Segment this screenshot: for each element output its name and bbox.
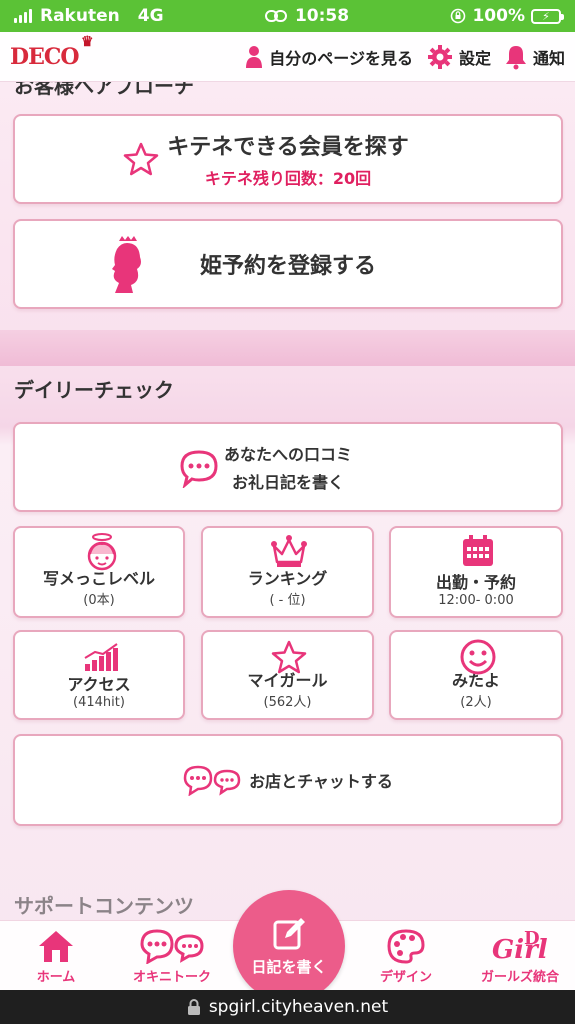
angel-girl-icon (87, 533, 117, 571)
url-text: spgirl.cityheaven.net (208, 997, 389, 1017)
review-diary-button[interactable]: あなたへの口コミ お礼日記を書く (13, 422, 563, 512)
talk-bubbles-icon (140, 928, 204, 964)
notifications-label: 通知 (532, 48, 565, 68)
tile-value: (2人) (460, 695, 492, 710)
settings-label: 設定 (458, 48, 491, 68)
home-icon (39, 930, 73, 962)
shop-chat-button[interactable]: お店とチャットする (13, 734, 563, 826)
divider-band (0, 330, 575, 366)
status-bar: Rakuten 4G 10:58 100% ⚡ (0, 0, 575, 32)
battery-icon: ⚡ (531, 8, 564, 24)
schedule-tile[interactable]: 出勤・予約 12:00- 0:00 (389, 526, 563, 618)
chat-bubble-icon (180, 450, 218, 488)
browser-url-bar[interactable]: spgirl.cityheaven.net (0, 990, 575, 1024)
person-icon (246, 45, 263, 68)
review-line2: お礼日記を書く (231, 473, 344, 492)
my-page-label: 自分のページを見る (269, 48, 413, 68)
girls-logo-icon: GirlD (492, 928, 548, 964)
network-label: 4G (137, 6, 164, 26)
clock: 10:58 (294, 6, 350, 26)
daily-section-title: デイリーチェック (14, 378, 174, 402)
notifications-link[interactable]: 通知 (505, 44, 565, 70)
approach-section-title: お客様へアプローチ (14, 82, 194, 98)
write-diary-label: 日記を書く (251, 957, 327, 976)
palette-icon (387, 928, 425, 964)
nav-design[interactable]: デザイン (356, 921, 456, 991)
write-diary-button[interactable]: 日記を書く (233, 890, 345, 1002)
edit-icon (273, 917, 305, 949)
nav-okini-talk[interactable]: オキニトーク (122, 921, 222, 991)
nav-girls-integration[interactable]: Girl D ガールズ統合 (470, 921, 570, 991)
tile-label: 出勤・予約 (435, 573, 516, 592)
hime-reservation-button[interactable]: 姫予約を登録する (13, 219, 563, 309)
my-girl-tile[interactable]: マイガール (562人) (201, 630, 374, 720)
nav-home-label: ホーム (36, 969, 76, 985)
tile-value: (562人) (263, 695, 312, 710)
ranking-tile[interactable]: ランキング ( - 位) (201, 526, 374, 618)
princess-silhouette-icon (112, 236, 141, 293)
chart-icon (84, 643, 118, 671)
review-line1: あなたへの口コミ (223, 445, 352, 464)
tile-value: ( - 位) (269, 593, 306, 608)
rotation-lock-icon (451, 8, 466, 24)
nav-girls-label: ガールズ統合 (480, 969, 559, 985)
main-content: お客様へアプローチ キテネできる会員を探す キテネ残り回数：20回 姫予約を登録… (0, 82, 575, 990)
nav-design-label: デザイン (379, 969, 432, 985)
calendar-icon (463, 535, 493, 566)
carrier-label: Rakuten (40, 6, 120, 26)
support-section-title: サポートコンテンツ (14, 894, 194, 918)
access-tile[interactable]: アクセス (414hit) (13, 630, 185, 720)
bell-icon (505, 45, 526, 69)
kitene-label: キテネできる会員を探す (167, 135, 409, 160)
battery-percent: 100% (472, 6, 525, 26)
nav-home[interactable]: ホーム (6, 921, 106, 991)
shamekko-level-tile[interactable]: 写メっこレベル (0本) (13, 526, 185, 618)
star-outline-icon (123, 142, 159, 176)
gear-icon (427, 44, 452, 69)
my-page-link[interactable]: 自分のページを見る (245, 45, 413, 69)
star-icon (271, 640, 307, 674)
link-icon (264, 10, 287, 22)
tile-value: (414hit) (73, 695, 125, 710)
smile-icon (460, 639, 496, 675)
crown-icon (271, 535, 307, 567)
crown-icon: ♛ (80, 33, 94, 50)
settings-link[interactable]: 設定 (427, 44, 491, 70)
app-header: DECO ♛ 自分のページを見る 設定 通知 (0, 32, 575, 82)
tile-value: 12:00- 0:00 (438, 593, 514, 608)
nav-okini-label: オキニトーク (132, 969, 211, 985)
chat-label: お店とチャットする (249, 772, 393, 791)
logo-text: DECO (10, 43, 80, 70)
signal-icon (14, 9, 32, 23)
mitayo-tile[interactable]: みたよ (2人) (389, 630, 563, 720)
lock-icon (187, 999, 200, 1015)
tile-label: アクセス (67, 675, 131, 694)
kitene-search-button[interactable]: キテネできる会員を探す キテネ残り回数：20回 (13, 114, 563, 204)
kitene-remaining: キテネ残り回数：20回 (204, 169, 372, 188)
hime-label: 姫予約を登録する (199, 254, 376, 279)
tile-label: ランキング (247, 569, 328, 588)
chat-bubbles-icon (183, 765, 241, 796)
svg-text:D: D (524, 928, 540, 949)
deco-logo[interactable]: DECO ♛ (10, 34, 93, 70)
tile-value: (0本) (83, 593, 115, 608)
